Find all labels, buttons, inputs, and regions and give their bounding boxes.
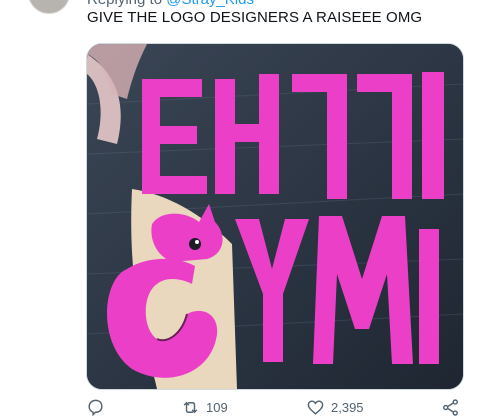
replying-to-line: Replying to @Stray_Kids bbox=[87, 0, 254, 8]
heart-icon bbox=[307, 400, 324, 415]
tweet-text: GIVE THE LOGO DESIGNERS A RAISEEE OMG bbox=[87, 9, 423, 26]
like-count: 2,395 bbox=[331, 400, 364, 415]
tweet-actions-bar: 109 2,395 bbox=[86, 398, 466, 418]
reply-button[interactable] bbox=[86, 398, 105, 417]
share-icon bbox=[443, 399, 458, 416]
tweet-media-image[interactable] bbox=[86, 43, 464, 390]
avatar[interactable] bbox=[28, 0, 70, 14]
retweet-count: 109 bbox=[206, 400, 228, 415]
reply-icon bbox=[88, 399, 103, 417]
reply-handle-link[interactable]: @Stray_Kids bbox=[166, 0, 254, 8]
retweet-button[interactable]: 109 bbox=[181, 398, 228, 417]
retweet-icon bbox=[183, 401, 198, 414]
like-button[interactable]: 2,395 bbox=[306, 398, 364, 417]
share-button[interactable] bbox=[441, 398, 460, 417]
replying-to-label: Replying to bbox=[87, 0, 162, 8]
gym-sign-photo bbox=[87, 44, 463, 389]
